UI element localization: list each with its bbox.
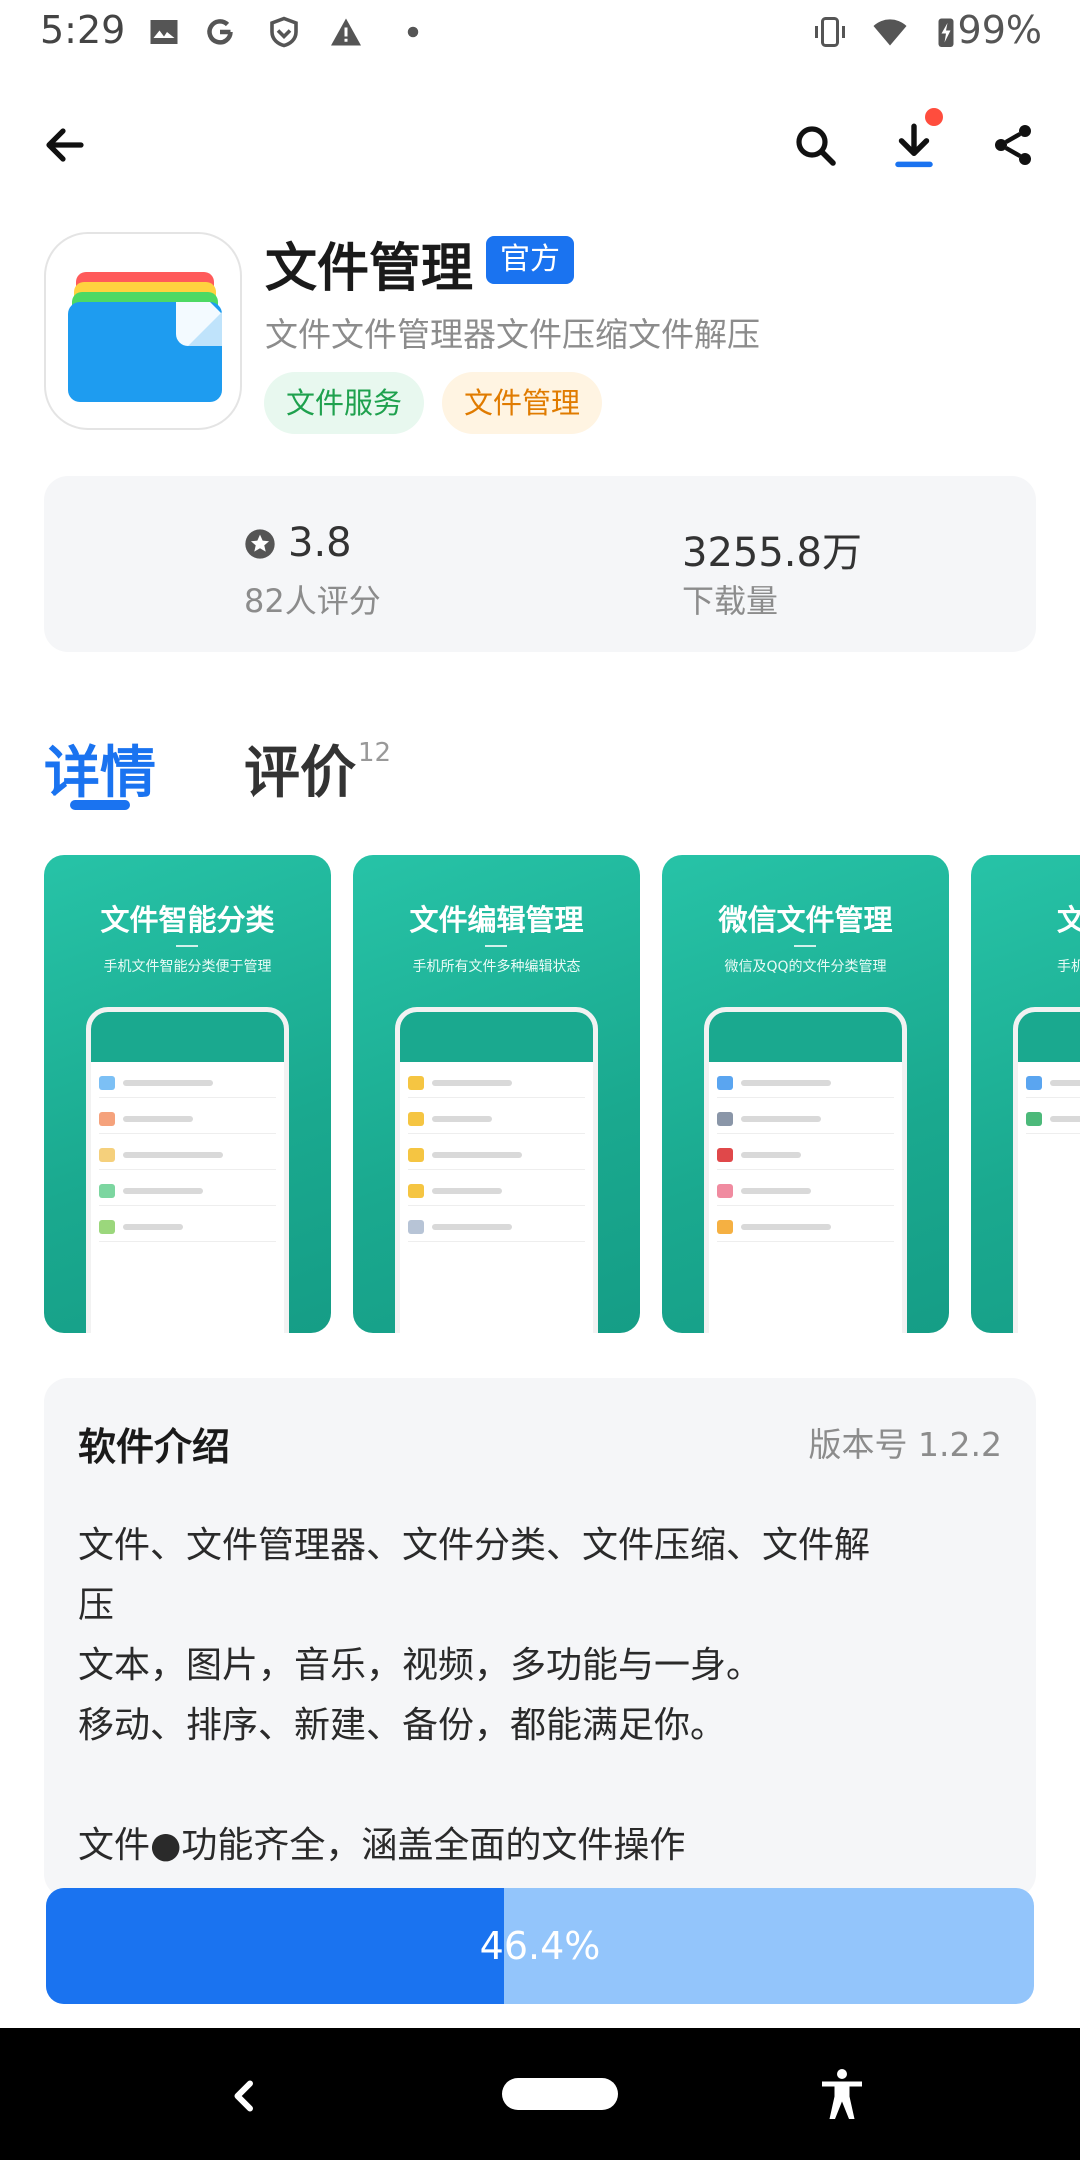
phone-mockup <box>1013 1007 1080 1333</box>
back-button[interactable] <box>20 100 110 190</box>
nav-home-pill[interactable] <box>502 2078 618 2110</box>
image-notification-icon <box>150 20 178 44</box>
app-subtitle: 文件文件管理器文件压缩文件解压 <box>265 315 760 354</box>
screenshot-subtitle: 微信及QQ的文件分类管理 <box>724 959 887 975</box>
phone-mockup <box>86 1007 289 1333</box>
tab-details[interactable]: 详情 <box>44 728 156 809</box>
google-notification-icon <box>207 19 233 45</box>
share-button[interactable] <box>968 100 1058 190</box>
tab-reviews[interactable]: 评价 <box>244 728 356 809</box>
downloads-value: 3255.8万 <box>682 530 862 576</box>
intro-title: 软件介绍 <box>78 1425 231 1469</box>
phone-mockup <box>704 1007 907 1333</box>
download-icon <box>895 123 933 168</box>
screenshot-4[interactable]: 文档 手机 <box>971 855 1080 1333</box>
system-nav-bar <box>0 2028 1080 2160</box>
screenshot-subtitle: 手机所有文件多种编辑状态 <box>412 959 581 975</box>
warning-notification-icon <box>331 18 361 46</box>
stats-card: 3.8 82人评分 3255.8万 下载量 <box>44 476 1036 652</box>
intro-line: 文件、文件管理器、文件分类、文件压缩、文件解 <box>78 1525 871 1566</box>
screenshot-title: 文件智能分类 <box>100 903 275 937</box>
screenshot-title: 微信文件管理 <box>718 903 893 937</box>
wifi-icon <box>873 19 907 46</box>
tag-file-service[interactable]: 文件服务 <box>264 372 425 434</box>
intro-blank-line <box>78 1756 998 1816</box>
vibrate-icon <box>815 17 845 47</box>
screenshot-subtitle: 手机 <box>1057 959 1080 975</box>
rating-label: 82人评分 <box>244 582 381 620</box>
more-notifications-dot-icon <box>407 26 419 38</box>
screenshot-3[interactable]: 微信文件管理 微信及QQ的文件分类管理 <box>662 855 949 1333</box>
intro-line: 文件●功能齐全，涵盖全面的文件操作 <box>78 1825 686 1866</box>
screenshot-divider <box>176 945 198 947</box>
screenshot-divider <box>485 945 507 947</box>
official-badge: 官方 <box>486 236 574 284</box>
intro-body: 文件、文件管理器、文件分类、文件压缩、文件解 压 文本，图片，音乐，视频，多功能… <box>78 1516 998 1876</box>
download-progress-button[interactable]: 46.4% <box>46 1888 1034 2004</box>
accessibility-icon[interactable] <box>812 2064 872 2124</box>
version-number: 版本号 1.2.2 <box>808 1425 1002 1464</box>
download-manager-button[interactable] <box>869 100 959 190</box>
screenshot-divider <box>794 945 816 947</box>
downloads-label: 下载量 <box>682 582 779 620</box>
screenshot-2[interactable]: 文件编辑管理 手机所有文件多种编辑状态 <box>353 855 640 1333</box>
intro-line: 文本，图片，音乐，视频，多功能与一身。 <box>78 1645 763 1686</box>
nav-back-icon[interactable] <box>215 2066 275 2126</box>
shield-notification-icon <box>270 16 298 48</box>
reviews-count: 12 <box>358 738 392 768</box>
screenshot-title: 文档 <box>1057 903 1080 937</box>
screenshot-1[interactable]: 文件智能分类 手机文件智能分类便于管理 <box>44 855 331 1333</box>
phone-mockup <box>395 1007 598 1333</box>
status-time: 5:29 <box>40 8 126 52</box>
tab-active-indicator <box>70 800 130 810</box>
rating-value: 3.8 <box>288 520 352 566</box>
app-icon <box>44 232 242 430</box>
download-notification-dot <box>925 108 943 126</box>
folder-app-logo-icon <box>68 272 222 402</box>
screenshot-title: 文件编辑管理 <box>409 903 584 937</box>
battery-percent: 99% <box>957 8 1042 52</box>
top-app-bar <box>0 100 1080 190</box>
intro-line: 移动、排序、新建、备份，都能满足你。 <box>78 1705 727 1746</box>
app-detail-screen: 5:29 99% 文件管理 官方 文件文件管理器文件压缩文件解压 文件服务 文件… <box>0 0 1080 2160</box>
star-badge-icon <box>245 529 275 559</box>
status-bar: 5:29 99% <box>0 0 1080 66</box>
share-icon <box>995 125 1031 165</box>
screenshot-carousel[interactable]: 文件智能分类 手机文件智能分类便于管理 文件编辑管理 手机所有文件多种编辑状态 <box>44 855 1080 1335</box>
back-arrow-icon <box>46 128 84 162</box>
search-icon <box>796 126 836 166</box>
app-name: 文件管理 <box>265 239 474 299</box>
tag-file-management[interactable]: 文件管理 <box>442 372 603 434</box>
intro-card: 软件介绍 版本号 1.2.2 文件、文件管理器、文件分类、文件压缩、文件解 压 … <box>44 1378 1036 1898</box>
screenshot-subtitle: 手机文件智能分类便于管理 <box>103 959 272 975</box>
intro-line: 压 <box>78 1585 115 1626</box>
search-button[interactable] <box>770 100 860 190</box>
progress-label: 46.4% <box>479 1924 601 1968</box>
